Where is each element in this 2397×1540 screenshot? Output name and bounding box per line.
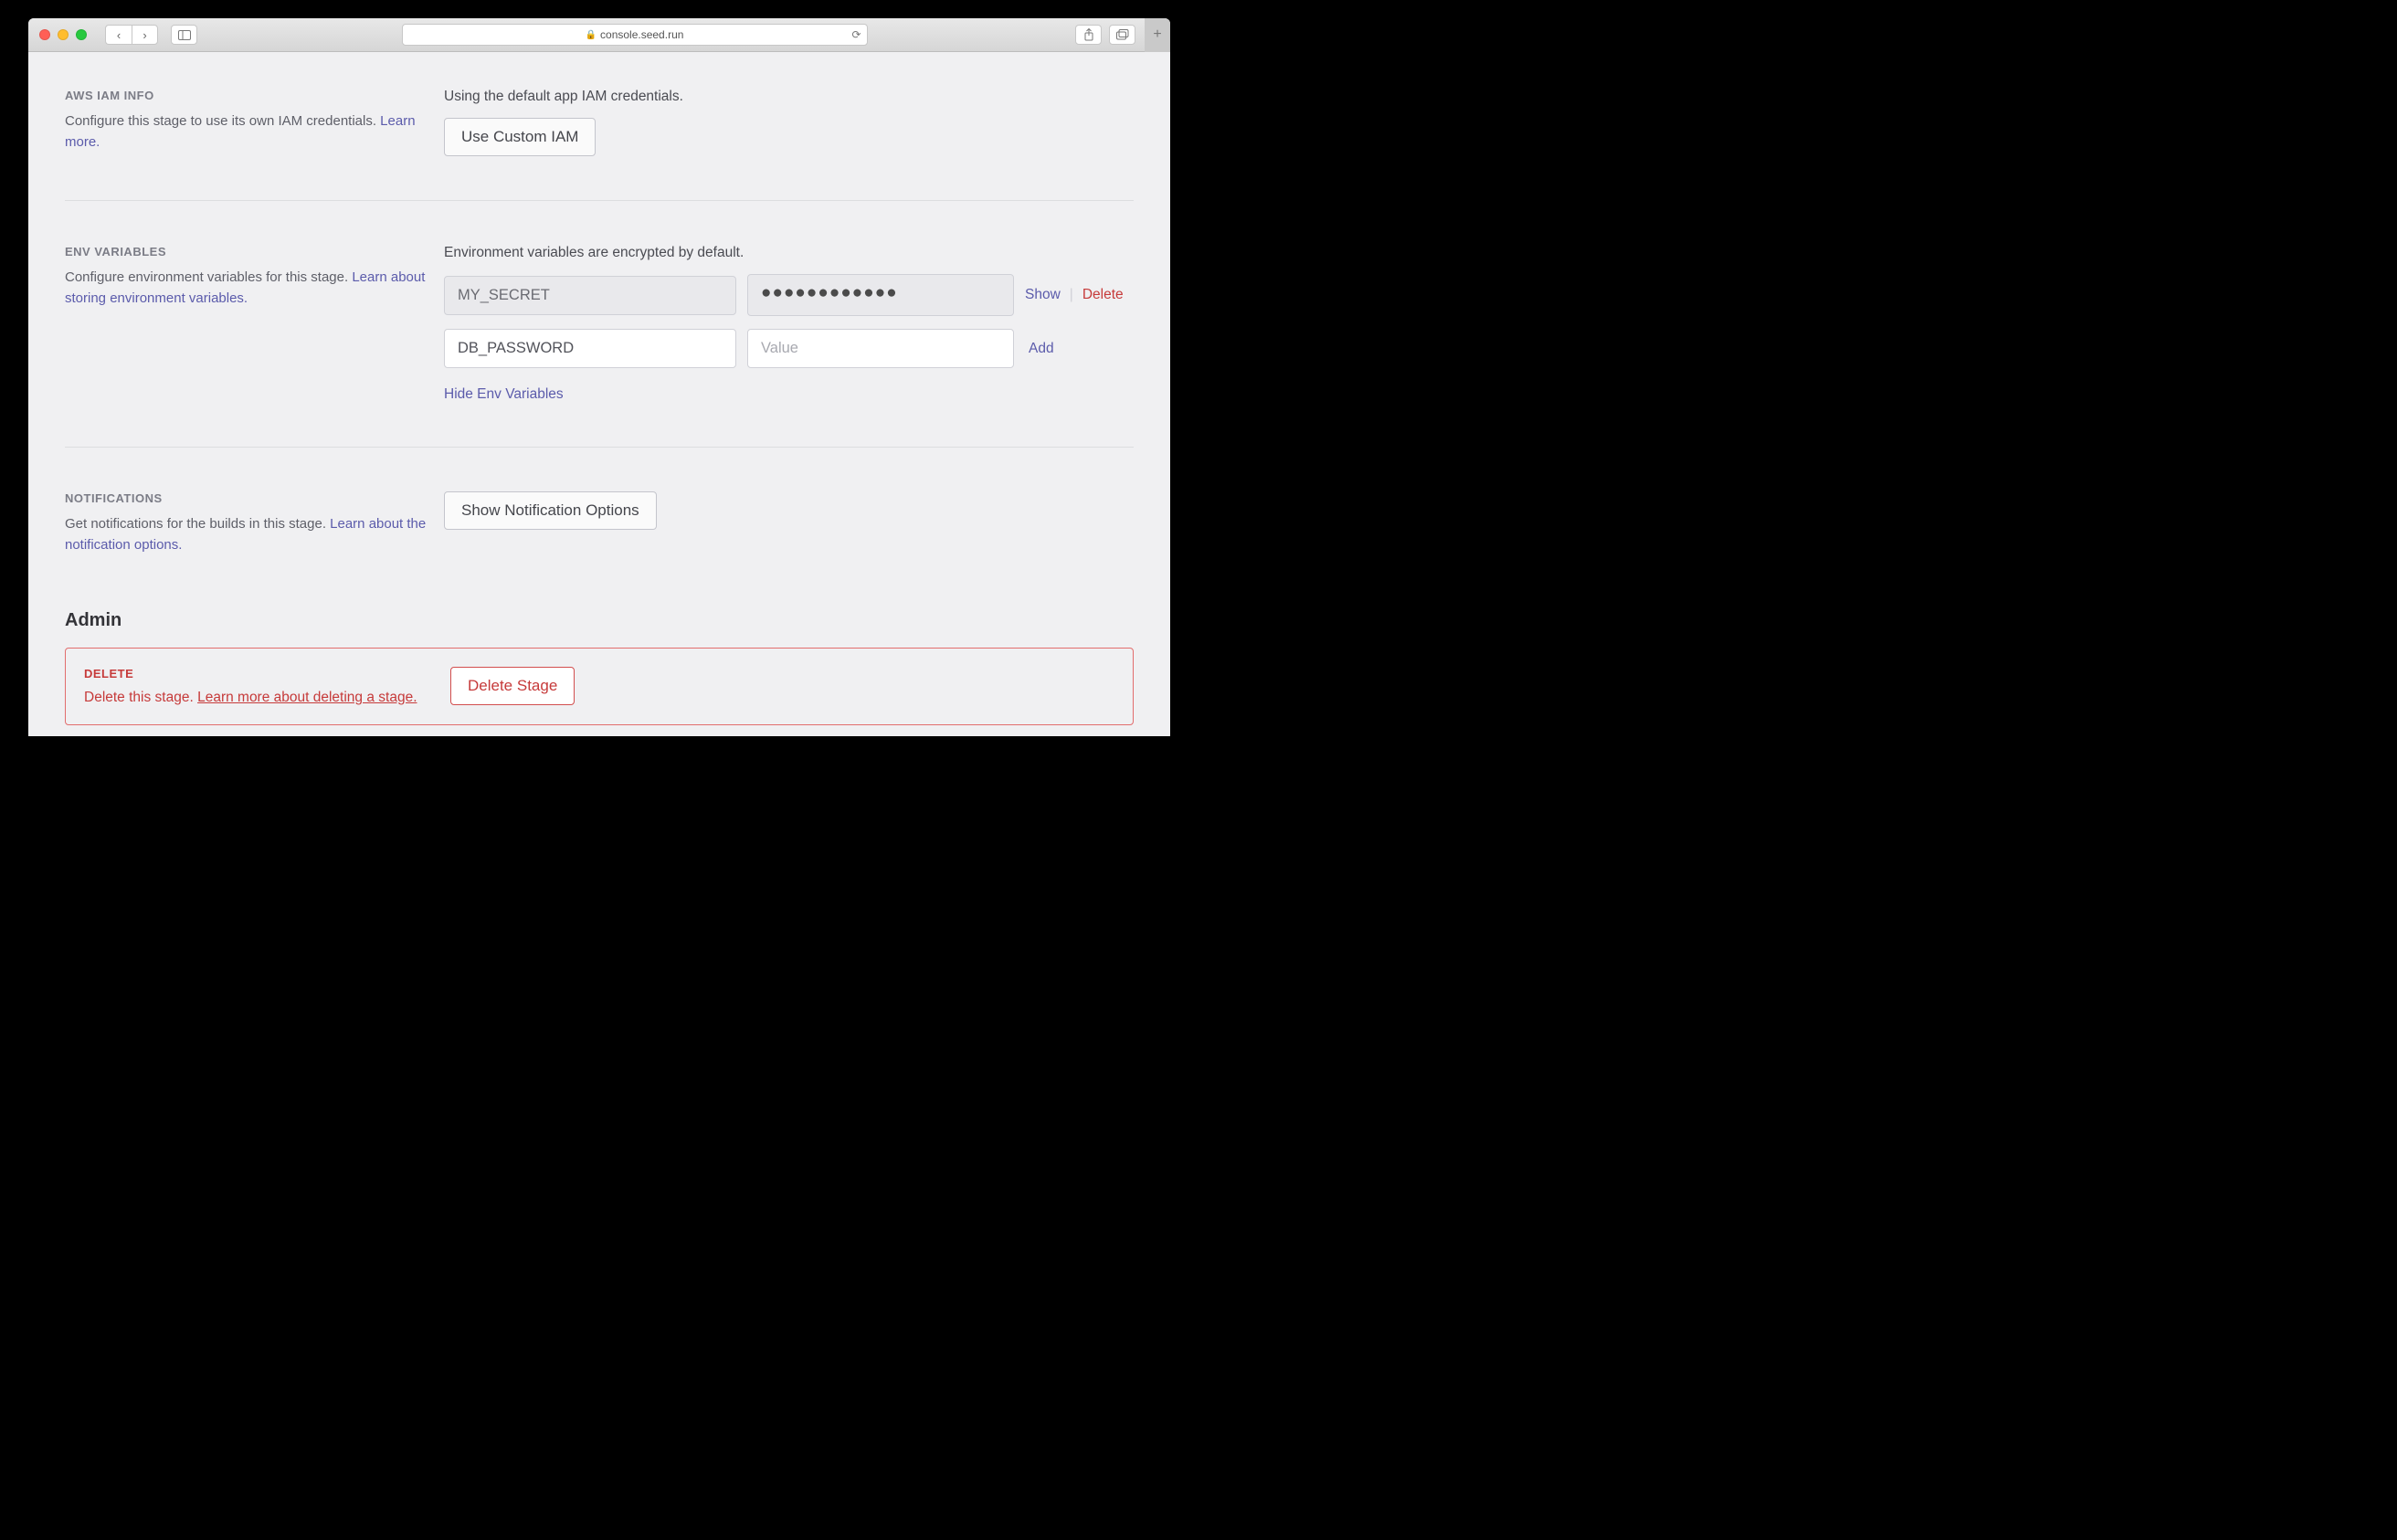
address-bar[interactable]: 🔒 console.seed.run ⟳ xyxy=(402,24,868,46)
iam-status-text: Using the default app IAM credentials. xyxy=(444,89,1134,105)
env-variables-section: ENV VARIABLES Configure environment vari… xyxy=(65,245,1134,448)
delete-title: DELETE xyxy=(84,667,450,680)
delete-stage-box: DELETE Delete this stage. Learn more abo… xyxy=(65,648,1134,725)
url-text: console.seed.run xyxy=(600,28,683,41)
traffic-lights xyxy=(36,29,87,40)
delete-description: Delete this stage. Learn more about dele… xyxy=(84,690,450,706)
admin-heading: Admin xyxy=(65,610,1134,631)
iam-description: Configure this stage to use its own IAM … xyxy=(65,111,444,153)
env-row-new: Add xyxy=(444,329,1134,368)
env-key-field[interactable] xyxy=(444,276,736,315)
iam-section: AWS IAM INFO Configure this stage to use… xyxy=(65,89,1134,201)
maximize-window-button[interactable] xyxy=(76,29,87,40)
sidebar-toggle-icon[interactable] xyxy=(171,25,197,45)
minimize-window-button[interactable] xyxy=(58,29,69,40)
env-new-key-field[interactable] xyxy=(444,329,736,368)
page-content: AWS IAM INFO Configure this stage to use… xyxy=(28,52,1170,736)
env-lead-text: Environment variables are encrypted by d… xyxy=(444,245,1134,261)
separator: | xyxy=(1070,287,1073,303)
notifications-section: NOTIFICATIONS Get notifications for the … xyxy=(65,491,1134,601)
notifications-description: Get notifications for the builds in this… xyxy=(65,514,444,555)
share-button[interactable] xyxy=(1075,25,1102,45)
lock-icon: 🔒 xyxy=(586,30,597,40)
browser-window: ‹ › 🔒 console.seed.run ⟳ + AWS IAM xyxy=(28,18,1170,736)
notifications-title: NOTIFICATIONS xyxy=(65,491,444,505)
new-tab-button[interactable]: + xyxy=(1145,18,1170,52)
back-button[interactable]: ‹ xyxy=(105,25,132,45)
delete-stage-button[interactable]: Delete Stage xyxy=(450,667,575,705)
env-delete-link[interactable]: Delete xyxy=(1082,287,1124,303)
titlebar: ‹ › 🔒 console.seed.run ⟳ + xyxy=(28,18,1170,52)
use-custom-iam-button[interactable]: Use Custom IAM xyxy=(444,118,596,156)
close-window-button[interactable] xyxy=(39,29,50,40)
env-row-existing: Show | Delete xyxy=(444,274,1134,316)
env-show-link[interactable]: Show xyxy=(1025,287,1061,303)
env-new-value-field[interactable] xyxy=(747,329,1014,368)
forward-button[interactable]: › xyxy=(132,25,158,45)
delete-learn-more-link[interactable]: Learn more about deleting a stage. xyxy=(197,690,417,705)
show-notification-options-button[interactable]: Show Notification Options xyxy=(444,491,657,530)
env-title: ENV VARIABLES xyxy=(65,245,444,258)
tabs-button[interactable] xyxy=(1109,25,1135,45)
iam-title: AWS IAM INFO xyxy=(65,89,444,102)
env-description: Configure environment variables for this… xyxy=(65,268,444,309)
env-add-link[interactable]: Add xyxy=(1029,341,1054,357)
hide-env-variables-link[interactable]: Hide Env Variables xyxy=(444,386,564,403)
env-value-field[interactable] xyxy=(747,274,1014,316)
reload-icon[interactable]: ⟳ xyxy=(851,28,861,41)
